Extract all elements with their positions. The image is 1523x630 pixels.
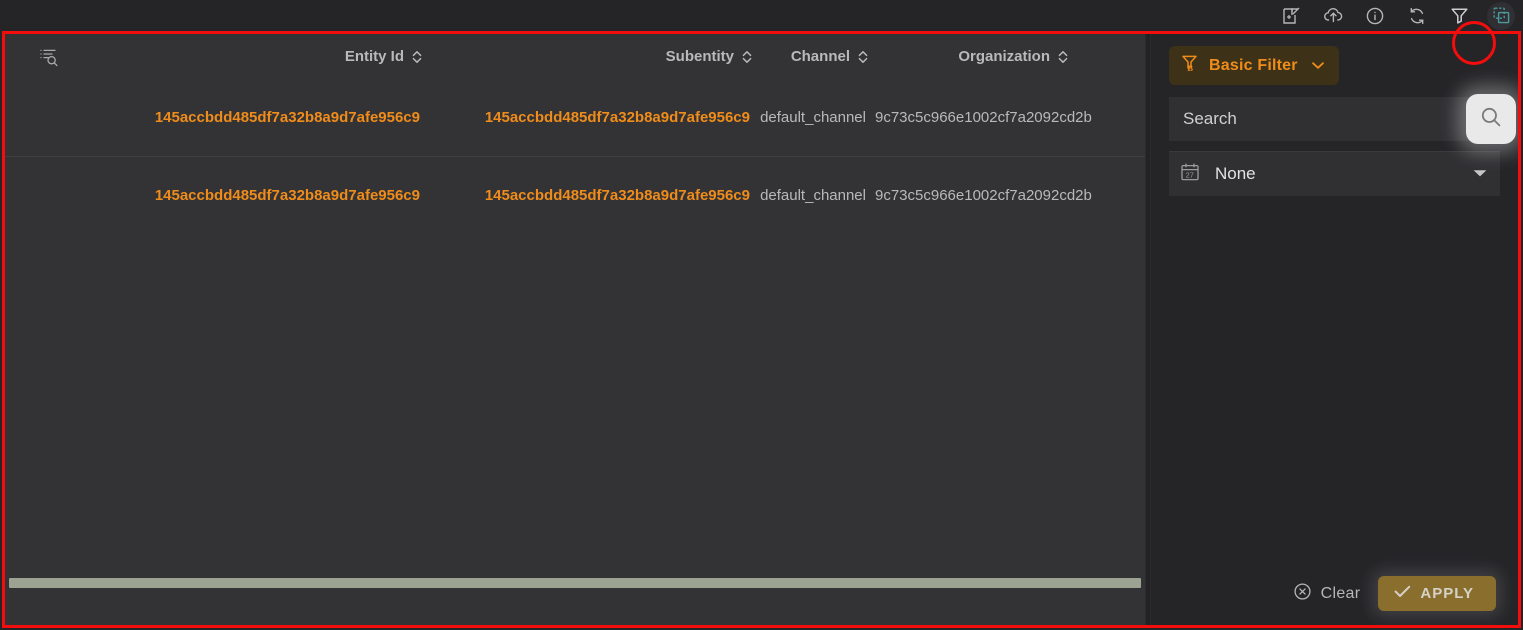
- chevron-down-icon[interactable]: [1311, 57, 1325, 75]
- app-root: Entity Id Subentity Channel Organization…: [0, 0, 1523, 630]
- check-icon: [1394, 585, 1411, 602]
- calendar-27-icon: 27: [1179, 161, 1201, 188]
- data-table: Entity Id Subentity Channel Organization…: [5, 34, 1145, 625]
- export-window-icon[interactable]: [1277, 2, 1305, 30]
- horizontal-scrollbar[interactable]: [9, 578, 1141, 588]
- column-header-channel[interactable]: Channel: [753, 48, 869, 65]
- content-area: Entity Id Subentity Channel Organization…: [5, 34, 1518, 625]
- apply-label: APPLY: [1420, 585, 1474, 602]
- info-icon[interactable]: [1361, 2, 1389, 30]
- clear-label: Clear: [1320, 584, 1361, 602]
- cell-organization: 9c73c5c966e1002cf7a2092cd2b: [875, 109, 1092, 126]
- cell-channel: default_channel: [760, 186, 866, 204]
- table-header-row: Entity Id Subentity Channel Organization: [5, 34, 1145, 79]
- filter-b-icon: B: [1180, 53, 1200, 78]
- date-filter-select[interactable]: 27 None: [1169, 152, 1500, 196]
- sort-icon[interactable]: [857, 49, 869, 65]
- search-button[interactable]: [1466, 94, 1516, 144]
- search-input[interactable]: [1169, 97, 1500, 141]
- cell-entity-id: 145accbdd485df7a32b8a9d7afe956c9: [154, 186, 420, 204]
- refresh-icon[interactable]: [1403, 2, 1431, 30]
- column-label: Subentity: [665, 48, 734, 65]
- column-header-entity-id[interactable]: Entity Id: [93, 48, 423, 65]
- cloud-upload-icon[interactable]: [1319, 2, 1347, 30]
- date-filter-value: None: [1215, 164, 1256, 183]
- cell-entity-id: 145accbdd485df7a32b8a9d7afe956c9: [154, 109, 420, 126]
- cell-channel: default_channel: [760, 109, 866, 126]
- column-label: Entity Id: [344, 48, 404, 65]
- svg-text:27: 27: [1186, 170, 1194, 179]
- column-label: Channel: [790, 48, 850, 65]
- svg-text:B: B: [1187, 63, 1193, 73]
- duplicate-icon[interactable]: [1487, 1, 1515, 30]
- filter-panel: B Basic Filter Search 27 None Clear APPL…: [1151, 34, 1518, 625]
- clear-button[interactable]: Clear: [1293, 582, 1361, 606]
- search-icon: [1478, 104, 1504, 135]
- cell-subentity: 145accbdd485df7a32b8a9d7afe956c9: [484, 109, 750, 126]
- filter-panel-footer: Clear APPLY: [1151, 576, 1518, 611]
- scrollbar-thumb[interactable]: [9, 578, 1141, 588]
- chevron-down-icon[interactable]: [1472, 165, 1488, 183]
- top-toolbar: [0, 0, 1523, 31]
- column-label: Organization: [958, 48, 1050, 65]
- sort-icon[interactable]: [1057, 49, 1069, 65]
- list-search-icon[interactable]: [5, 46, 93, 68]
- circle-x-icon: [1293, 582, 1312, 606]
- cell-organization: 9c73c5c966e1002cf7a2092cd2b: [875, 186, 1092, 204]
- cell-subentity: 145accbdd485df7a32b8a9d7afe956c9: [484, 186, 750, 204]
- column-header-subentity[interactable]: Subentity: [423, 48, 753, 65]
- table-row[interactable]: 145accbdd485df7a32b8a9d7afe956c9 145accb…: [5, 156, 1145, 233]
- column-header-organization[interactable]: Organization: [869, 48, 1069, 65]
- table-row[interactable]: 145accbdd485df7a32b8a9d7afe956c9 145accb…: [5, 79, 1145, 156]
- sort-icon[interactable]: [741, 49, 753, 65]
- basic-filter-label: Basic Filter: [1209, 56, 1298, 74]
- basic-filter-button[interactable]: B Basic Filter: [1169, 46, 1339, 85]
- filter-icon[interactable]: [1445, 2, 1473, 30]
- apply-button[interactable]: APPLY: [1378, 576, 1496, 611]
- search-row: [1169, 94, 1516, 144]
- sort-icon[interactable]: [411, 49, 423, 65]
